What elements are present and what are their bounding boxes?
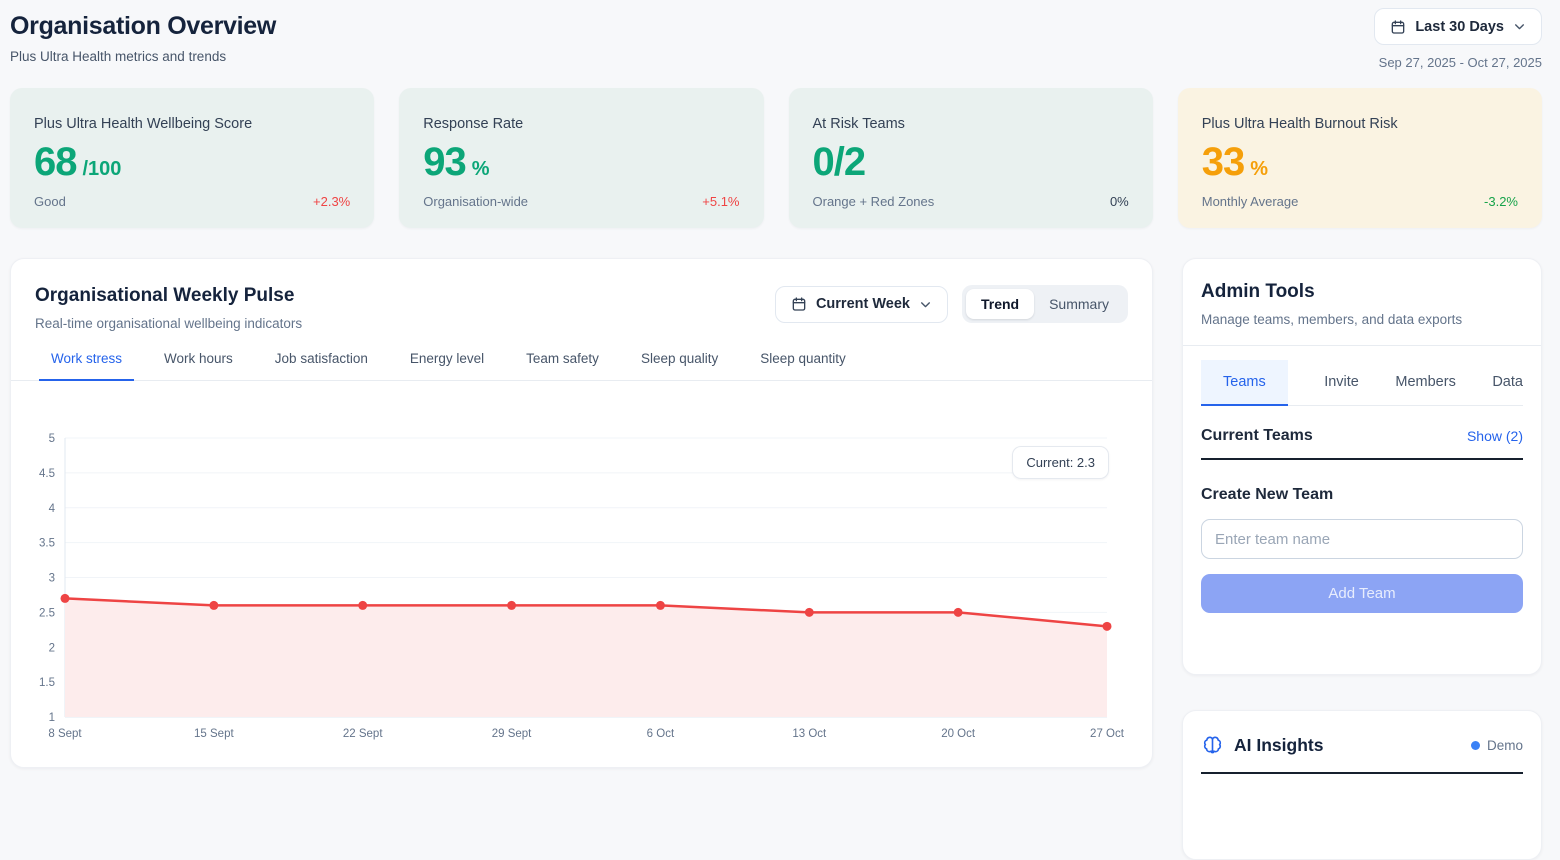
date-range-button[interactable]: Last 30 Days bbox=[1374, 8, 1542, 45]
demo-badge-label: Demo bbox=[1487, 738, 1523, 753]
metric-title: Response Rate bbox=[423, 116, 739, 132]
metric-card-response-rate: Response Rate 93 % Organisation-wide +5.… bbox=[399, 88, 763, 228]
tab-work-stress[interactable]: Work stress bbox=[39, 347, 134, 381]
calendar-icon bbox=[1390, 19, 1406, 35]
tab-work-hours[interactable]: Work hours bbox=[152, 347, 245, 381]
team-name-input[interactable] bbox=[1201, 519, 1523, 559]
svg-text:4: 4 bbox=[49, 503, 56, 515]
date-range-label: Last 30 Days bbox=[1415, 19, 1504, 35]
tab-job-satisfaction[interactable]: Job satisfaction bbox=[263, 347, 380, 381]
metric-delta: -3.2% bbox=[1484, 194, 1518, 209]
week-select-button[interactable]: Current Week bbox=[775, 286, 948, 323]
metric-delta: 0% bbox=[1110, 194, 1129, 209]
chevron-down-icon bbox=[919, 298, 932, 311]
calendar-icon bbox=[791, 296, 807, 312]
tab-sleep-quantity[interactable]: Sleep quantity bbox=[748, 347, 858, 381]
metric-title: At Risk Teams bbox=[813, 116, 1129, 132]
admin-title: Admin Tools bbox=[1201, 281, 1523, 303]
admin-tabs: Teams Invite Members Data bbox=[1201, 360, 1523, 406]
toggle-trend[interactable]: Trend bbox=[966, 289, 1034, 319]
create-team-heading: Create New Team bbox=[1201, 486, 1523, 504]
svg-text:3: 3 bbox=[49, 573, 55, 585]
add-team-button[interactable]: Add Team bbox=[1201, 574, 1523, 613]
ai-divider bbox=[1201, 772, 1523, 774]
svg-text:6 Oct: 6 Oct bbox=[647, 728, 675, 740]
page-subtitle: Plus Ultra Health metrics and trends bbox=[10, 49, 276, 64]
demo-badge: Demo bbox=[1471, 738, 1523, 753]
svg-text:13 Oct: 13 Oct bbox=[792, 728, 827, 740]
metric-delta: +2.3% bbox=[313, 194, 350, 209]
metric-caption: Orange + Red Zones bbox=[813, 194, 935, 209]
metric-delta: +5.1% bbox=[702, 194, 739, 209]
pulse-metric-tabs: Work stress Work hours Job satisfaction … bbox=[11, 347, 1152, 381]
metric-title: Plus Ultra Health Wellbeing Score bbox=[34, 116, 350, 132]
ai-insights-panel: AI Insights Demo bbox=[1182, 710, 1542, 860]
metric-value: 68 bbox=[34, 142, 77, 182]
metric-title: Plus Ultra Health Burnout Risk bbox=[1202, 116, 1518, 132]
view-toggle: Trend Summary bbox=[962, 285, 1128, 323]
svg-text:3.5: 3.5 bbox=[39, 538, 55, 550]
panel-title: Organisational Weekly Pulse bbox=[35, 285, 302, 307]
demo-dot-icon bbox=[1471, 741, 1480, 750]
metric-card-at-risk-teams: At Risk Teams 0/2 Orange + Red Zones 0% bbox=[789, 88, 1153, 228]
show-teams-link[interactable]: Show (2) bbox=[1467, 428, 1523, 444]
svg-text:1: 1 bbox=[49, 712, 55, 724]
svg-text:2: 2 bbox=[49, 642, 55, 654]
week-select-label: Current Week bbox=[816, 296, 910, 312]
metric-unit: /100 bbox=[83, 158, 122, 181]
page-header: Organisation Overview Plus Ultra Health … bbox=[10, 12, 276, 64]
metric-value: 33 bbox=[1202, 142, 1245, 182]
metric-value: 93 bbox=[423, 142, 466, 182]
metric-caption: Monthly Average bbox=[1202, 194, 1299, 209]
svg-text:8 Sept: 8 Sept bbox=[48, 728, 82, 740]
weekly-pulse-panel: Organisational Weekly Pulse Real-time or… bbox=[10, 258, 1153, 768]
metric-card-burnout-risk: Plus Ultra Health Burnout Risk 33 % Mont… bbox=[1178, 88, 1542, 228]
date-range-controls: Last 30 Days Sep 27, 2025 - Oct 27, 2025 bbox=[1374, 8, 1542, 70]
svg-text:1.5: 1.5 bbox=[39, 677, 55, 689]
date-range-text: Sep 27, 2025 - Oct 27, 2025 bbox=[1379, 55, 1542, 70]
tab-members[interactable]: Members bbox=[1395, 360, 1455, 406]
metrics-row: Plus Ultra Health Wellbeing Score 68 /10… bbox=[10, 88, 1542, 228]
metric-caption: Good bbox=[34, 194, 66, 209]
metric-unit: % bbox=[472, 158, 490, 181]
ai-insights-title: AI Insights bbox=[1234, 735, 1471, 756]
svg-text:20 Oct: 20 Oct bbox=[941, 728, 976, 740]
pulse-chart[interactable]: 5 4.5 4 3.5 3 2.5 2 1.5 1 8 Sept 15 Sept 22 Sept 29 … bbox=[11, 419, 1152, 757]
current-value-badge: Current: 2.3 bbox=[1012, 446, 1109, 479]
metric-value: 0/2 bbox=[813, 142, 866, 182]
tab-team-safety[interactable]: Team safety bbox=[514, 347, 611, 381]
chevron-down-icon bbox=[1513, 20, 1526, 33]
toggle-summary[interactable]: Summary bbox=[1034, 289, 1124, 319]
svg-text:4.5: 4.5 bbox=[39, 468, 55, 480]
page-title: Organisation Overview bbox=[10, 12, 276, 41]
svg-text:29 Sept: 29 Sept bbox=[492, 728, 532, 740]
metric-card-wellbeing-score: Plus Ultra Health Wellbeing Score 68 /10… bbox=[10, 88, 374, 228]
tab-data[interactable]: Data bbox=[1492, 360, 1523, 406]
metric-unit: % bbox=[1250, 158, 1268, 181]
current-teams-heading: Current Teams bbox=[1201, 427, 1313, 445]
tab-invite[interactable]: Invite bbox=[1324, 360, 1359, 406]
svg-text:15 Sept: 15 Sept bbox=[194, 728, 234, 740]
svg-text:27 Oct: 27 Oct bbox=[1090, 728, 1125, 740]
pulse-chart-svg: 5 4.5 4 3.5 3 2.5 2 1.5 1 8 Sept 15 Sept 22 Sept 29 … bbox=[11, 419, 1154, 757]
metric-caption: Organisation-wide bbox=[423, 194, 528, 209]
tab-sleep-quality[interactable]: Sleep quality bbox=[629, 347, 730, 381]
brain-icon bbox=[1201, 734, 1224, 757]
svg-text:5: 5 bbox=[49, 433, 55, 445]
panel-subtitle: Real-time organisational wellbeing indic… bbox=[35, 316, 302, 331]
admin-tools-panel: Admin Tools Manage teams, members, and d… bbox=[1182, 258, 1542, 675]
tab-energy-level[interactable]: Energy level bbox=[398, 347, 496, 381]
svg-text:2.5: 2.5 bbox=[39, 607, 55, 619]
admin-subtitle: Manage teams, members, and data exports bbox=[1201, 312, 1523, 327]
teams-divider bbox=[1201, 458, 1523, 460]
tab-teams[interactable]: Teams bbox=[1201, 360, 1288, 406]
svg-text:22 Sept: 22 Sept bbox=[343, 728, 383, 740]
